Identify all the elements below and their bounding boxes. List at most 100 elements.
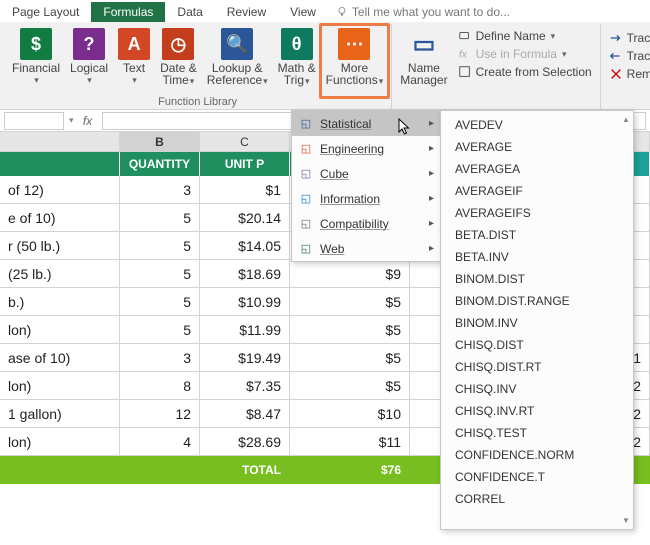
cell[interactable]: 1 gallon) xyxy=(0,400,120,427)
tab-page-layout[interactable]: Page Layout xyxy=(0,2,91,22)
fx-button[interactable]: fx xyxy=(78,114,98,128)
ribbon-tabs: Page Layout Formulas Data Review View Te… xyxy=(0,0,650,22)
function-item[interactable]: CHISQ.DIST xyxy=(441,334,633,356)
trace-precedents-button[interactable]: Trace Prece xyxy=(605,30,650,46)
function-item[interactable]: BINOM.DIST.RANGE xyxy=(441,290,633,312)
function-item[interactable]: CORREL xyxy=(441,488,633,510)
math-trig-button[interactable]: θMath &Trig▾ xyxy=(274,26,320,96)
more-icon: ⋯ xyxy=(338,28,370,60)
cell[interactable]: b.) xyxy=(0,288,120,315)
tell-me-search[interactable]: Tell me what you want to do... xyxy=(328,2,518,22)
tab-view[interactable]: View xyxy=(278,2,328,22)
function-item[interactable]: BETA.INV xyxy=(441,246,633,268)
cell[interactable]: $10.99 xyxy=(200,288,290,315)
cell[interactable]: (25 lb.) xyxy=(0,260,120,287)
cell[interactable]: $28.69 xyxy=(200,428,290,455)
function-item[interactable]: AVERAGEIF xyxy=(441,180,633,202)
function-item[interactable]: BETA.DIST xyxy=(441,224,633,246)
cell[interactable]: $20.14 xyxy=(200,204,290,231)
cell[interactable]: 5 xyxy=(120,204,200,231)
cell[interactable]: 5 xyxy=(120,232,200,259)
group-label-function-library: Function Library xyxy=(158,96,237,110)
cell[interactable]: $11.99 xyxy=(200,316,290,343)
trace-dependents-button[interactable]: Trace Depe xyxy=(605,48,650,64)
menu-item-information[interactable]: ◱ Information ▸ xyxy=(292,186,440,211)
menu-item-statistical[interactable]: ◱ Statistical ▸ xyxy=(292,111,440,136)
svg-text:fx: fx xyxy=(458,49,467,61)
text-button[interactable]: AText▾ xyxy=(114,26,154,96)
more-functions-button[interactable]: ⋯MoreFunctions▾ xyxy=(322,26,388,96)
cell[interactable]: $5 xyxy=(290,344,410,371)
scrollbar[interactable] xyxy=(621,115,631,525)
cell[interactable]: $8.47 xyxy=(200,400,290,427)
cell[interactable]: $5 xyxy=(290,372,410,399)
cell[interactable]: $9 xyxy=(290,260,410,287)
more-functions-menu: ◱ Statistical ▸ ◱ Engineering ▸ ◱ Cube ▸… xyxy=(291,110,441,262)
col-head[interactable] xyxy=(0,132,120,151)
cell[interactable]: e of 10) xyxy=(0,204,120,231)
function-item[interactable]: CHISQ.TEST xyxy=(441,422,633,444)
menu-item-cube[interactable]: ◱ Cube ▸ xyxy=(292,161,440,186)
menu-item-engineering[interactable]: ◱ Engineering ▸ xyxy=(292,136,440,161)
define-name-button[interactable]: Define Name▾ xyxy=(454,28,596,44)
chevron-right-icon: ▸ xyxy=(429,168,434,179)
financial-button[interactable]: $Financial▾ xyxy=(8,26,64,96)
tab-review[interactable]: Review xyxy=(215,2,278,22)
lightbulb-icon xyxy=(336,6,348,18)
cell[interactable]: lon) xyxy=(0,316,120,343)
menu-item-web[interactable]: ◱ Web ▸ xyxy=(292,236,440,261)
function-item[interactable]: AVEDEV xyxy=(441,114,633,136)
cell[interactable]: $7.35 xyxy=(200,372,290,399)
category-icon: ◱ xyxy=(298,191,314,207)
cell[interactable]: r (50 lb.) xyxy=(0,232,120,259)
trace-prec-icon xyxy=(609,31,623,45)
category-icon: ◱ xyxy=(298,216,314,232)
cell[interactable]: $14.05 xyxy=(200,232,290,259)
name-box[interactable] xyxy=(4,112,64,130)
function-item[interactable]: CHISQ.INV.RT xyxy=(441,400,633,422)
cell[interactable]: 3 xyxy=(120,344,200,371)
date-time-button[interactable]: ◷Date &Time▾ xyxy=(156,26,201,96)
function-item[interactable]: CHISQ.INV xyxy=(441,378,633,400)
cell[interactable]: $11 xyxy=(290,428,410,455)
cell[interactable]: 4 xyxy=(120,428,200,455)
cell[interactable]: 5 xyxy=(120,260,200,287)
function-item[interactable]: CONFIDENCE.T xyxy=(441,466,633,488)
function-item[interactable]: CONFIDENCE.NORM xyxy=(441,444,633,466)
cell[interactable]: 8 xyxy=(120,372,200,399)
col-head-c[interactable]: C xyxy=(200,132,290,151)
lookup-icon: 🔍 xyxy=(221,28,253,60)
logical-button[interactable]: ?Logical▾ xyxy=(66,26,112,96)
function-item[interactable]: BINOM.INV xyxy=(441,312,633,334)
function-item[interactable]: AVERAGE xyxy=(441,136,633,158)
cell[interactable]: of 12) xyxy=(0,176,120,203)
cell[interactable]: $10 xyxy=(290,400,410,427)
tab-formulas[interactable]: Formulas xyxy=(91,2,165,22)
function-item[interactable]: AVERAGEIFS xyxy=(441,202,633,224)
function-item[interactable]: AVERAGEA xyxy=(441,158,633,180)
cell[interactable]: ase of 10) xyxy=(0,344,120,371)
cell[interactable]: 12 xyxy=(120,400,200,427)
use-in-formula-button[interactable]: fxUse in Formula▾ xyxy=(454,46,596,62)
function-item[interactable]: BINOM.DIST xyxy=(441,268,633,290)
create-from-selection-button[interactable]: Create from Selection xyxy=(454,64,596,80)
cell[interactable]: 5 xyxy=(120,316,200,343)
col-head-b[interactable]: B xyxy=(120,132,200,151)
cell[interactable]: $5 xyxy=(290,316,410,343)
cell[interactable]: $18.69 xyxy=(200,260,290,287)
cell[interactable]: lon) xyxy=(0,372,120,399)
cell[interactable]: 3 xyxy=(120,176,200,203)
cell[interactable]: $19.49 xyxy=(200,344,290,371)
cell[interactable]: $1 xyxy=(200,176,290,203)
remove-arrows-button[interactable]: Remove Ar xyxy=(605,66,650,82)
ribbon: $Financial▾ ?Logical▾ AText▾ ◷Date &Time… xyxy=(0,22,650,110)
cell[interactable]: 5 xyxy=(120,288,200,315)
cell[interactable]: lon) xyxy=(0,428,120,455)
name-manager-button[interactable]: ▭NameManager xyxy=(396,26,451,96)
cell[interactable]: $5 xyxy=(290,288,410,315)
tab-data[interactable]: Data xyxy=(165,2,214,22)
lookup-button[interactable]: 🔍Lookup &Reference▾ xyxy=(203,26,272,96)
function-item[interactable]: CHISQ.DIST.RT xyxy=(441,356,633,378)
chevron-right-icon: ▸ xyxy=(429,193,434,204)
menu-item-compatibility[interactable]: ◱ Compatibility ▸ xyxy=(292,211,440,236)
